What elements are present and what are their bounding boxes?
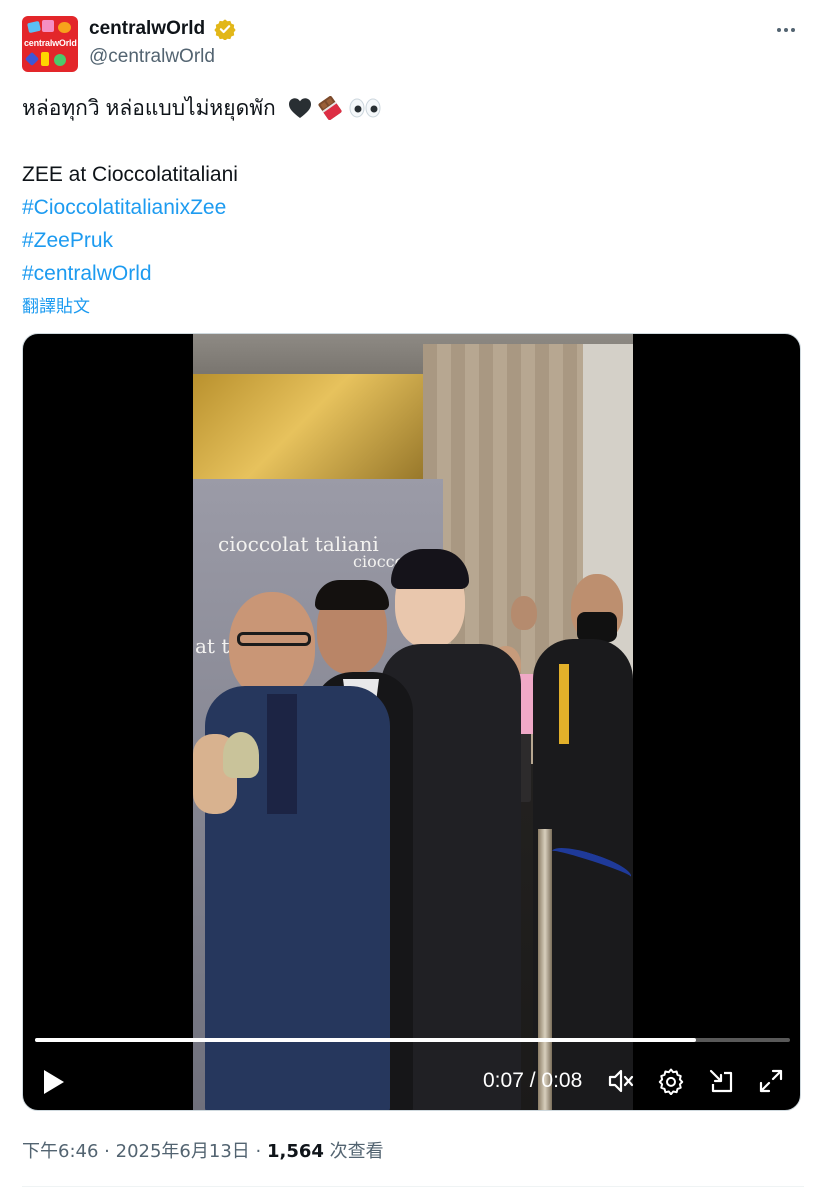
post-meta: 下午6:46 · 2025年6月13日 · 1,564 次查看 [22, 1137, 384, 1163]
post-date[interactable]: 2025年6月13日 [116, 1141, 250, 1162]
avatar-logo-text: centralwOrld [24, 38, 77, 48]
author-names: centralwOrld @centralwOrld [89, 18, 236, 68]
time-separator: / [529, 1069, 536, 1092]
volume-muted-icon[interactable] [607, 1067, 635, 1095]
post-line-2: ZEE at Cioccolatitaliani [22, 163, 238, 186]
fullscreen-icon[interactable] [757, 1067, 785, 1095]
verified-badge-icon [213, 19, 236, 40]
progress-bar[interactable] [35, 1038, 790, 1042]
meta-dot: · [255, 1141, 262, 1162]
black-heart-icon [288, 98, 311, 118]
play-icon[interactable] [41, 1068, 67, 1096]
meta-dot: · [104, 1141, 110, 1162]
video-frame[interactable]: cioccolat taliani cioccolat at tali [193, 334, 633, 1110]
post-text: หล่อทุกวิ หล่อแบบไม่หยุดพัก ZEE at Ciocc… [22, 92, 802, 290]
views-count: 1,564 [267, 1141, 324, 1162]
current-time: 0:07 [483, 1069, 524, 1092]
chocolate-bar-icon [318, 96, 342, 120]
post-time[interactable]: 下午6:46 [22, 1141, 98, 1162]
more-options-icon[interactable] [772, 20, 800, 40]
avatar[interactable]: centralwOrld [22, 16, 78, 72]
eyes-icon [349, 98, 381, 118]
hashtag-link[interactable]: #centralwOrld [22, 257, 802, 290]
translate-post-link[interactable]: 翻譯貼文 [22, 292, 90, 317]
video-time: 0:07 / 0:08 [483, 1069, 582, 1093]
settings-gear-icon[interactable] [657, 1067, 685, 1095]
display-name[interactable]: centralwOrld [89, 18, 205, 40]
video-player[interactable]: cioccolat taliani cioccolat at tali 0:07… [22, 333, 801, 1111]
post-header: centralwOrld centralwOrld @centralwOrld [22, 14, 804, 74]
views-label: 次查看 [329, 1141, 384, 1162]
video-controls: 0:07 / 0:08 [23, 1024, 800, 1110]
duration: 0:08 [541, 1069, 583, 1092]
handle[interactable]: @centralwOrld [89, 46, 236, 68]
progress-fill [35, 1038, 696, 1042]
post-thai-text: หล่อทุกวิ หล่อแบบไม่หยุดพัก [22, 97, 276, 120]
hashtag-link[interactable]: #ZeePruk [22, 224, 802, 257]
hashtag-link[interactable]: #CioccolatitalianixZee [22, 191, 802, 224]
picture-in-picture-icon[interactable] [707, 1067, 735, 1095]
post-line-1: หล่อทุกวิ หล่อแบบไม่หยุดพัก [22, 92, 802, 125]
divider [22, 1186, 804, 1187]
